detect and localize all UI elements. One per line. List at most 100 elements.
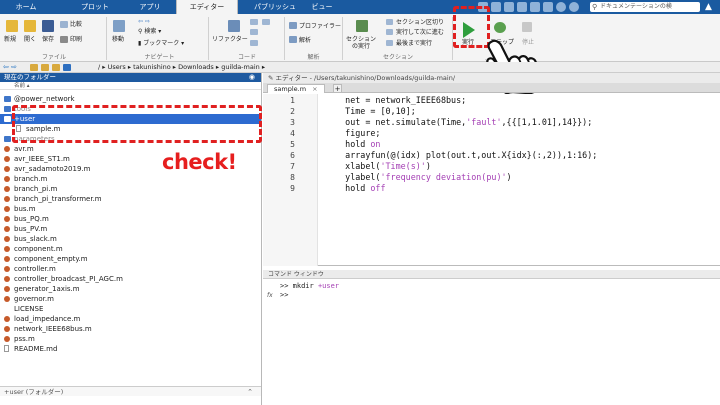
tab-publish[interactable]: パブリッシュ xyxy=(248,0,302,14)
code-line[interactable]: out = net.simulate(Time,'fault',{{[1,1.0… xyxy=(325,117,592,128)
editor-title-bar: ✎ エディター - /Users/takunishino/Downloads/g… xyxy=(263,73,720,83)
tab-view[interactable]: ビュー xyxy=(300,0,344,14)
step-icon xyxy=(494,22,506,33)
mfile-icon xyxy=(4,226,10,232)
code-line[interactable]: hold on xyxy=(325,139,380,150)
smart-indent-icon[interactable] xyxy=(250,40,258,46)
code-line[interactable]: ylabel('frequency deviation(pu)') xyxy=(325,172,511,183)
file-list-item[interactable]: network_IEEE68bus.m xyxy=(0,324,261,334)
save-button[interactable]: 保存 xyxy=(42,36,54,43)
documentation-search-input[interactable]: ⚲ ドキュメンテーションの検 xyxy=(590,2,700,12)
find-button[interactable]: ⚲ 検索 ▾ xyxy=(138,28,161,35)
bookmark-button[interactable]: ▮ ブックマーク ▾ xyxy=(138,40,184,47)
file-list-item[interactable]: branch.m xyxy=(0,174,261,184)
up-folder-icon[interactable] xyxy=(30,64,38,71)
redo-icon[interactable] xyxy=(543,2,553,12)
check-annotation: check! xyxy=(162,150,237,174)
editor-tab-sample[interactable]: sample.m × xyxy=(267,84,325,93)
cut-icon[interactable] xyxy=(491,2,501,12)
file-list-item[interactable]: controller_broadcast_PI_AGC.m xyxy=(0,274,261,284)
command-window[interactable]: fx >> mkdir +user >> xyxy=(263,279,720,405)
current-folder-path[interactable]: / ▸ Users ▸ takunishino ▸ Downloads ▸ gu… xyxy=(98,62,265,73)
group-label-file: ファイル xyxy=(41,54,66,61)
folder-icon[interactable] xyxy=(52,64,60,71)
switch-windows-icon[interactable] xyxy=(556,2,566,12)
file-list-item[interactable]: branch_pi.m xyxy=(0,184,261,194)
help-icon[interactable] xyxy=(569,2,579,12)
open-button[interactable]: 開く xyxy=(24,36,36,43)
section-break-button[interactable]: セクション区切り xyxy=(396,19,444,26)
code-editor[interactable]: 1 2 3 4 5 6 7 8 9 net = network_IEEE68bus; Time … xyxy=(263,94,720,266)
file-list-item[interactable]: bus_slack.m xyxy=(0,234,261,244)
file-list-item[interactable]: LICENSE xyxy=(0,304,261,314)
mfile-icon xyxy=(4,256,10,262)
command-line[interactable]: >> xyxy=(280,291,293,300)
file-list-item[interactable]: pss.m xyxy=(0,334,261,344)
mfile-icon xyxy=(4,286,10,292)
code-line[interactable]: arrayfun(@(idx) plot(out.t,out.X{idx}(:,… xyxy=(325,150,597,161)
new-tab-button[interactable]: + xyxy=(333,84,342,93)
file-list-item[interactable]: bus_PV.m xyxy=(0,224,261,234)
comment-icon[interactable] xyxy=(250,19,258,25)
run-section-button[interactable]: セクションの実行 xyxy=(345,36,377,50)
file-list-item[interactable]: component.m xyxy=(0,244,261,254)
file-list-item[interactable]: branch_pi_transformer.m xyxy=(0,194,261,204)
browse-folder-icon[interactable] xyxy=(41,64,49,71)
file-list-item[interactable]: governor.m xyxy=(0,294,261,304)
code-line[interactable]: net = network_IEEE68bus; xyxy=(325,95,466,106)
move-button[interactable]: 移動 xyxy=(112,36,124,43)
tab-home[interactable]: ホーム xyxy=(4,0,48,14)
tab-editor[interactable]: エディター xyxy=(176,0,238,14)
file-list-item[interactable]: bus_PQ.m xyxy=(0,214,261,224)
column-header-name[interactable]: 名前 ▴ xyxy=(0,82,261,90)
code-line[interactable]: hold off xyxy=(325,183,385,194)
fx-icon[interactable]: fx xyxy=(267,292,273,299)
profiler-button[interactable]: プロファイラー xyxy=(299,23,341,30)
run-to-end-button[interactable]: 最後まで実行 xyxy=(396,40,432,47)
back-forward-icon[interactable]: ⇦ ⇨ xyxy=(3,62,17,73)
new-button[interactable]: 新規 xyxy=(4,36,16,43)
tab-apps[interactable]: アプリ xyxy=(128,0,172,14)
file-name: avr_sadamoto2019.m xyxy=(14,165,91,173)
code-line[interactable]: xlabel('Time(s)') xyxy=(325,161,431,172)
line-number: 8 xyxy=(290,173,295,182)
line-number: 6 xyxy=(290,151,295,160)
file-list-item[interactable]: load_impedance.m xyxy=(0,314,261,324)
file-name: component.m xyxy=(14,245,63,253)
file-list-item[interactable]: @power_network xyxy=(0,94,261,104)
undo-icon[interactable] xyxy=(530,2,540,12)
print-button[interactable]: 印刷 xyxy=(70,36,82,43)
back-forward-icon[interactable]: ⇦ ⇨ xyxy=(138,18,150,25)
copy-icon[interactable] xyxy=(504,2,514,12)
file-list-item[interactable]: README.md xyxy=(0,344,261,354)
file-list-item[interactable]: component_empty.m xyxy=(0,254,261,264)
run-advance-button[interactable]: 実行して次に進む xyxy=(396,29,444,36)
new-icon xyxy=(6,20,18,32)
root-folder-icon[interactable] xyxy=(63,64,71,71)
tab-plots[interactable]: プロット xyxy=(70,0,120,14)
file-list-item[interactable]: generator_1axis.m xyxy=(0,284,261,294)
compare-button[interactable]: 比較 xyxy=(70,21,82,28)
mfile-icon xyxy=(4,186,10,192)
mfile-icon xyxy=(4,266,10,272)
code-token: arrayfun(@(idx) plot(out.t,out.X{idx}(:,… xyxy=(325,150,598,160)
file-list-item[interactable]: bus.m xyxy=(0,204,261,214)
search-icon: ⚲ xyxy=(592,3,598,11)
indent-icon[interactable] xyxy=(262,19,270,25)
file-name: bus_PQ.m xyxy=(14,215,49,223)
expand-details-icon[interactable]: ⌃ xyxy=(247,387,253,397)
file-list-item[interactable]: controller.m xyxy=(0,264,261,274)
command-line[interactable]: >> mkdir +user xyxy=(280,282,339,291)
wrap-icon[interactable] xyxy=(250,29,258,35)
command-window-header: コマンド ウィンドウ xyxy=(263,270,720,279)
code-line[interactable]: Time = [0,10]; xyxy=(325,106,416,117)
code-token: ylabel( xyxy=(325,172,381,182)
refactor-button[interactable]: リファクター xyxy=(212,36,248,43)
panel-menu-icon[interactable]: ◉ xyxy=(249,73,255,82)
code-token: on xyxy=(370,139,381,149)
analyze-button[interactable]: 解析 xyxy=(299,37,311,44)
code-line[interactable]: figure; xyxy=(325,128,380,139)
paste-icon[interactable] xyxy=(517,2,527,12)
bell-icon[interactable]: ▲ xyxy=(705,1,712,13)
close-tab-icon[interactable]: × xyxy=(312,85,317,93)
